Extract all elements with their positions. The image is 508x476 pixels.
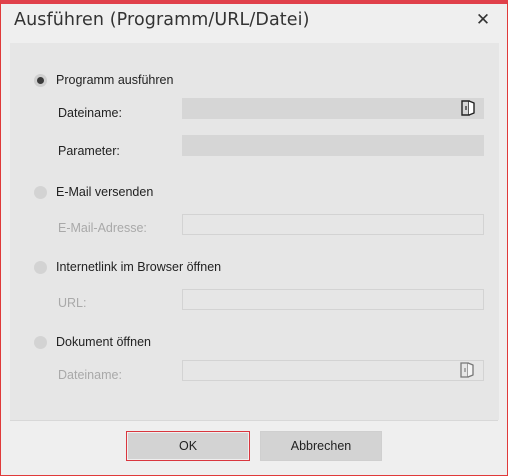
radio-button-send-email[interactable]	[34, 185, 47, 199]
folder-open-icon[interactable]	[460, 99, 476, 117]
radio-run-program[interactable]: Programm ausführen	[34, 71, 173, 89]
radio-button-open-document[interactable]	[34, 335, 47, 349]
title-bar: Ausführen (Programm/URL/Datei) ✕	[1, 4, 507, 40]
radio-send-email[interactable]: E-Mail versenden	[34, 183, 153, 201]
ok-button[interactable]: OK	[126, 431, 250, 461]
footer-divider	[10, 420, 498, 421]
folder-open-icon[interactable]	[459, 361, 475, 379]
radio-label-open-document: Dokument öffnen	[56, 335, 151, 349]
program-parameter-label: Parameter:	[58, 144, 120, 158]
radio-open-link[interactable]: Internetlink im Browser öffnen	[34, 258, 221, 276]
dialog-title: Ausführen (Programm/URL/Datei)	[14, 10, 310, 30]
run-dialog: Ausführen (Programm/URL/Datei) ✕ Program…	[0, 0, 508, 476]
radio-button-run-program[interactable]	[34, 73, 47, 87]
url-label: URL:	[58, 296, 87, 310]
close-icon[interactable]: ✕	[473, 10, 493, 30]
email-address-label: E-Mail-Adresse:	[58, 221, 147, 235]
dialog-content: Programm ausführen Dateiname: Parameter:…	[10, 43, 499, 420]
program-filename-label: Dateiname:	[58, 106, 122, 120]
url-input[interactable]	[182, 289, 484, 310]
radio-label-send-email: E-Mail versenden	[56, 185, 154, 199]
radio-label-run-program: Programm ausführen	[56, 73, 174, 87]
radio-open-document[interactable]: Dokument öffnen	[34, 333, 151, 351]
cancel-button[interactable]: Abbrechen	[260, 431, 382, 461]
document-filename-input[interactable]	[182, 360, 484, 381]
program-parameter-input[interactable]	[182, 135, 484, 156]
document-filename-label: Dateiname:	[58, 368, 122, 382]
radio-button-open-link[interactable]	[34, 260, 47, 274]
program-filename-input[interactable]	[182, 98, 484, 119]
email-address-input[interactable]	[182, 214, 484, 235]
radio-label-open-link: Internetlink im Browser öffnen	[56, 260, 222, 274]
